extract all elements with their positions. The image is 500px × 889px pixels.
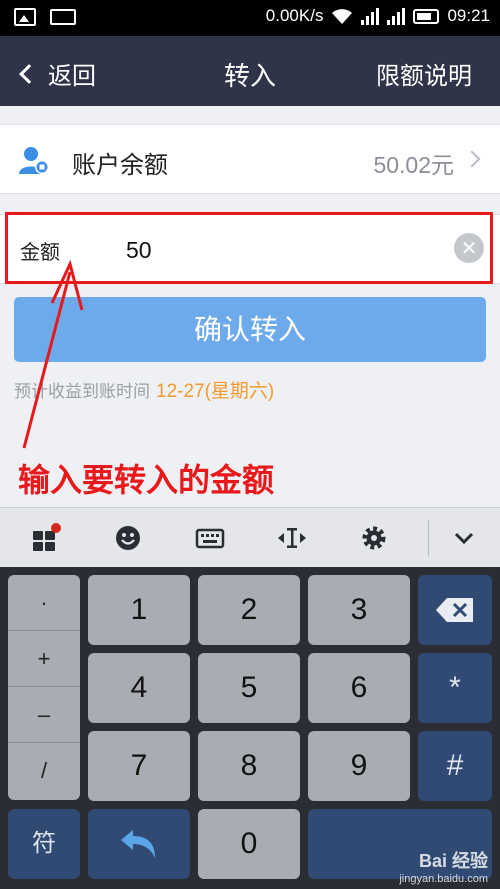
watermark-url: jingyan.baidu.com: [399, 873, 488, 885]
watermark-brand: Bai 经验: [418, 851, 488, 871]
key-6[interactable]: 6: [308, 653, 410, 723]
account-user-icon: [19, 147, 49, 174]
signal-icon: [361, 7, 380, 25]
toolbar-divider: [428, 520, 429, 556]
key-4[interactable]: 4: [88, 653, 190, 723]
return-key[interactable]: [88, 809, 190, 879]
key-slash[interactable]: /: [8, 743, 80, 799]
balance-value: 50.02元: [373, 152, 454, 178]
keyboard-icon[interactable]: [194, 522, 226, 554]
key-star[interactable]: *: [418, 653, 492, 723]
image-notification-icon: [14, 8, 36, 26]
balance-row[interactable]: 账户余额 50.02元: [0, 124, 500, 194]
keyboard-notification-icon: [50, 9, 76, 25]
confirm-transfer-button[interactable]: 确认转入: [14, 297, 486, 362]
key-0[interactable]: 0: [198, 809, 300, 879]
key-5[interactable]: 5: [198, 653, 300, 723]
key-hash[interactable]: #: [418, 731, 492, 801]
apps-grid-icon[interactable]: [30, 522, 62, 554]
amount-input[interactable]: [118, 227, 438, 273]
key-2[interactable]: 2: [198, 575, 300, 645]
tip-text: 预计收益到账时间: [14, 382, 150, 402]
clear-icon[interactable]: ✕: [454, 233, 484, 263]
settings-gear-icon[interactable]: [358, 522, 390, 554]
keyboard-toolbar: [0, 507, 500, 567]
tip-date: 12-27(星期六): [156, 381, 275, 402]
symbol-column: · + – /: [8, 575, 80, 800]
network-speed: 0.00K/s: [265, 6, 324, 25]
numeric-keyboard: · + – / 1 2 3 4 5 6 * 7 8 9 # 符 0 Bai 经验…: [0, 567, 500, 889]
return-arrow-icon: [121, 830, 155, 858]
chevron-right-icon: [463, 150, 481, 168]
status-bar: 0.00K/s 09:21: [0, 0, 500, 36]
key-1[interactable]: 1: [88, 575, 190, 645]
arrival-time-tip: 预计收益到账时间 12-27(星期六): [14, 376, 274, 403]
key-minus[interactable]: –: [8, 687, 80, 743]
wifi-icon: [332, 9, 353, 24]
symbol-mode-key[interactable]: 符: [8, 809, 80, 879]
key-dot[interactable]: ·: [8, 575, 80, 631]
key-9[interactable]: 9: [308, 731, 410, 801]
cursor-move-icon[interactable]: [276, 522, 308, 554]
emoji-icon[interactable]: [112, 522, 144, 554]
nav-bar: 返回 转入 限额说明: [0, 36, 500, 106]
amount-row: 金额 ✕: [0, 214, 500, 284]
clock: 09:21: [447, 6, 490, 25]
backspace-key[interactable]: [418, 575, 492, 645]
backspace-icon: [436, 598, 473, 622]
key-7[interactable]: 7: [88, 731, 190, 801]
limit-info-link[interactable]: 限额说明: [376, 56, 472, 91]
chevron-down-icon[interactable]: [448, 522, 480, 554]
battery-icon: [413, 8, 440, 24]
balance-label: 账户余额: [72, 151, 168, 179]
watermark: Bai 经验 jingyan.baidu.com: [399, 847, 488, 885]
amount-label: 金额: [20, 240, 60, 264]
key-plus[interactable]: +: [8, 631, 80, 687]
annotation-text: 输入要转入的金额: [18, 461, 275, 499]
key-8[interactable]: 8: [198, 731, 300, 801]
signal-icon-2: [387, 7, 406, 25]
key-3[interactable]: 3: [308, 575, 410, 645]
